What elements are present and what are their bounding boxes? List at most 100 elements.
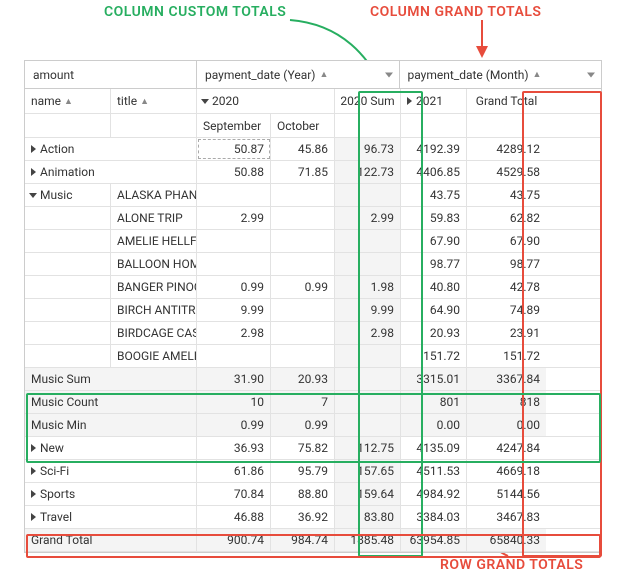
measure-field[interactable]: amount: [25, 61, 197, 89]
row-label: Sports: [40, 487, 75, 501]
label-column-grand-totals: COLUMN GRAND TOTALS: [370, 4, 541, 20]
row-subheader[interactable]: ALONE TRIP: [111, 207, 197, 229]
col-header-september[interactable]: September: [197, 114, 271, 137]
cell: 67.90: [401, 230, 467, 252]
row-header-new[interactable]: New: [25, 437, 197, 459]
col-header-october[interactable]: October: [271, 114, 335, 137]
cell: 4289.12: [467, 138, 546, 160]
cell: 112.75: [335, 437, 401, 459]
column-field-month[interactable]: payment_date (Month) ▲: [400, 61, 602, 89]
row-subheader[interactable]: AMELIE HELLFIG...: [111, 230, 197, 252]
cell: [271, 322, 335, 344]
row-label: New: [40, 441, 64, 455]
row-subheader[interactable]: BANGER PINOC...: [111, 276, 197, 298]
row-label: Sci-Fi: [40, 464, 69, 478]
row-subheader[interactable]: BALLOON HOME...: [111, 253, 197, 275]
row-label: Animation: [40, 165, 95, 179]
table-row: BIRCH ANTITRUST 9.99 9.99 64.90 74.89: [25, 299, 601, 322]
cell: 23.91: [467, 322, 546, 344]
col-header-2021[interactable]: 2021: [401, 89, 467, 113]
cell: 3315.01: [401, 368, 467, 390]
cell: [271, 184, 335, 206]
cell: 0.99: [197, 276, 271, 298]
row-music-count: Music Count 10 7 801 818: [25, 391, 601, 414]
cell: 88.80: [271, 483, 335, 505]
cell: [271, 345, 335, 367]
row-subheader[interactable]: BIRDCAGE CASP...: [111, 322, 197, 344]
label-column-custom-totals: COLUMN CUSTOM TOTALS: [104, 4, 286, 20]
cell: 2.99: [197, 207, 271, 229]
table-row: ALONE TRIP 2.99 2.99 59.83 62.82: [25, 207, 601, 230]
cell: 42.78: [467, 276, 546, 298]
column-field-year[interactable]: payment_date (Year) ▲: [197, 61, 400, 89]
table-row: BIRDCAGE CASP... 2.98 2.98 20.93 23.91: [25, 322, 601, 345]
row-header-scifi[interactable]: Sci-Fi: [25, 460, 197, 482]
cell: 70.84: [197, 483, 271, 505]
row-subheader[interactable]: BOOGIE AMELIE: [111, 345, 197, 367]
row-header-animation[interactable]: Animation: [25, 161, 197, 183]
cell: 20.93: [401, 322, 467, 344]
cell: 98.77: [467, 253, 546, 275]
row-field-title[interactable]: title ▲: [111, 89, 197, 113]
cell: 83.80: [335, 506, 401, 528]
cell: 74.89: [467, 299, 546, 321]
cell: 98.77: [401, 253, 467, 275]
row-music-sum: Music Sum 31.90 20.93 3315.01 3367.84: [25, 368, 601, 391]
cell: 59.83: [401, 207, 467, 229]
cell: [335, 368, 401, 390]
row-total-label: Music Sum: [25, 368, 197, 390]
row-subheader[interactable]: BIRCH ANTITRUST: [111, 299, 197, 321]
col-header-2020-sum[interactable]: 2020 Sum: [335, 89, 401, 113]
expand-icon: [31, 513, 36, 521]
header-row-1: amount payment_date (Year) ▲ payment_dat…: [25, 61, 601, 89]
cell: 64.90: [401, 299, 467, 321]
chevron-down-icon: [587, 72, 595, 77]
row-subheader[interactable]: ALASKA PHANTOM: [111, 184, 197, 206]
cell: 96.73: [335, 138, 401, 160]
cell: [335, 414, 401, 436]
cell: 46.88: [197, 506, 271, 528]
cell: 4247.84: [467, 437, 546, 459]
cell: 4669.18: [467, 460, 546, 482]
cell: 65840.33: [467, 529, 546, 551]
expand-icon: [31, 168, 36, 176]
expand-icon: [201, 99, 209, 104]
row-header-sports[interactable]: Sports: [25, 483, 197, 505]
cell: 1885.48: [335, 529, 401, 551]
cell: [271, 230, 335, 252]
cell: [335, 345, 401, 367]
row-field-name[interactable]: name ▲: [25, 89, 111, 113]
row-header-music[interactable]: Music: [25, 184, 111, 206]
header-row-2: name ▲ title ▲ 2020 2020 Sum 2021 Grand …: [25, 89, 601, 114]
table-row: BOOGIE AMELIE 151.72 151.72: [25, 345, 601, 368]
col-header-2020[interactable]: 2020: [197, 89, 335, 113]
table-row: Sci-Fi 61.86 95.79 157.65 4511.53 4669.1…: [25, 460, 601, 483]
cell: 61.86: [197, 460, 271, 482]
cell: [335, 391, 401, 413]
cell: [197, 230, 271, 252]
expand-icon: [31, 467, 36, 475]
column-field-year-label: payment_date (Year): [205, 68, 315, 82]
col-header-grand-total: Grand Total: [467, 89, 546, 113]
cell: 95.79: [271, 460, 335, 482]
cell: 984.74: [271, 529, 335, 551]
cell: 801: [401, 391, 467, 413]
row-grand-total: Grand Total 900.74 984.74 1885.48 63954.…: [25, 529, 601, 552]
cell: 2.98: [335, 322, 401, 344]
cell: 50.87: [197, 138, 271, 160]
sort-asc-icon: ▲: [64, 96, 73, 107]
cell: 9.99: [335, 299, 401, 321]
expand-icon: [31, 444, 36, 452]
cell: 62.82: [467, 207, 546, 229]
row-header-action[interactable]: Action: [25, 138, 197, 160]
cell: 4406.85: [401, 161, 467, 183]
cell: 9.99: [197, 299, 271, 321]
cell: 31.90: [197, 368, 271, 390]
row-total-label: Music Min: [25, 414, 197, 436]
row-header-travel[interactable]: Travel: [25, 506, 197, 528]
cell: 4192.39: [401, 138, 467, 160]
cell: 2.99: [335, 207, 401, 229]
cell: 71.85: [271, 161, 335, 183]
table-row: AMELIE HELLFIG... 67.90 67.90: [25, 230, 601, 253]
table-row: BANGER PINOC... 0.99 0.99 1.98 40.80 42.…: [25, 276, 601, 299]
